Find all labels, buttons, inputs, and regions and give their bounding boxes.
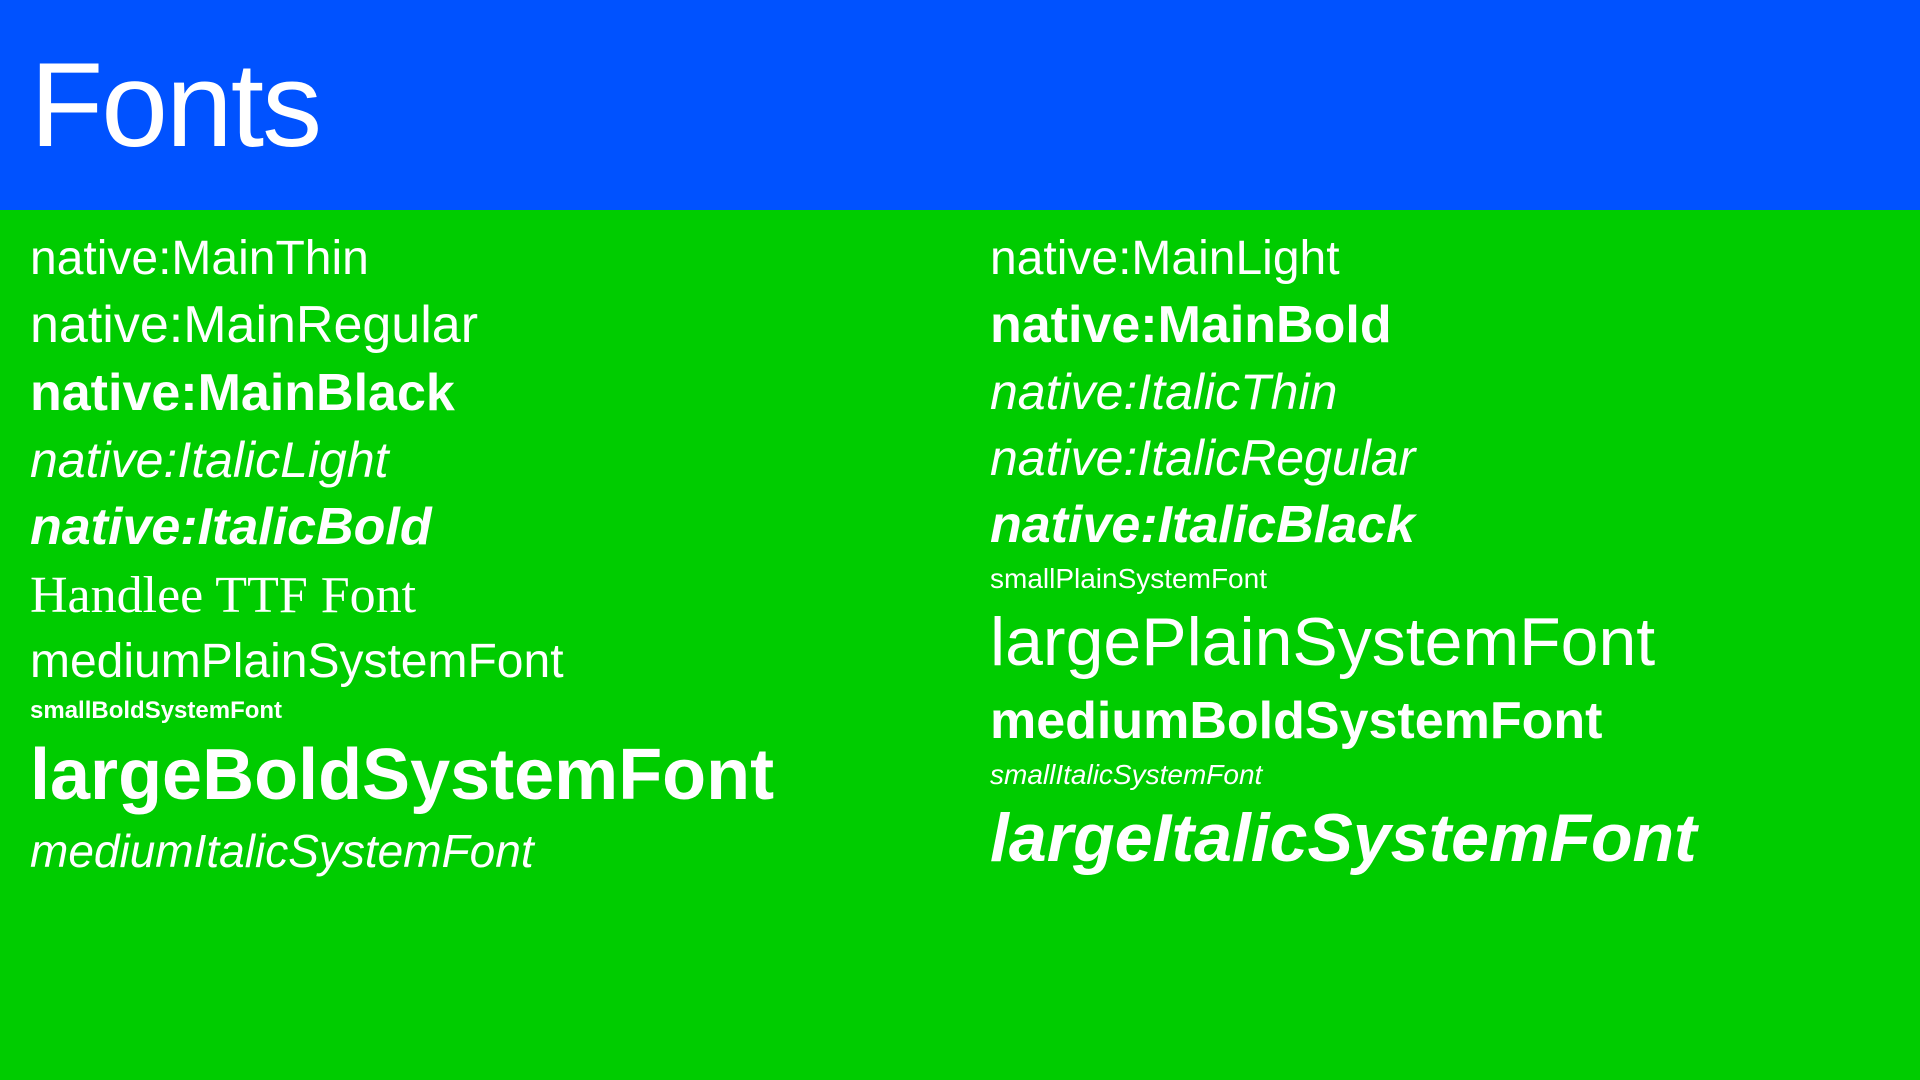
- font-item-left-8: largeBoldSystemFont: [30, 732, 930, 818]
- font-item-right-9: largeItalicSystemFont: [990, 798, 1890, 880]
- font-item-left-4: native:ItalicBold: [30, 496, 930, 558]
- font-item-left-0: native:MainThin: [30, 230, 930, 288]
- font-item-right-7: mediumBoldSystemFont: [990, 690, 1890, 752]
- font-item-left-9: mediumItalicSystemFont: [30, 824, 930, 879]
- font-item-left-7: smallBoldSystemFont: [30, 697, 930, 726]
- font-item-left-2: native:MainBlack: [30, 362, 930, 424]
- content-area: native:MainThinnative:MainRegularnative:…: [0, 210, 1920, 1080]
- font-item-right-3: native:ItalicRegular: [990, 428, 1890, 488]
- font-item-left-5: Handlee TTF Font: [30, 565, 930, 627]
- font-item-right-0: native:MainLight: [990, 230, 1890, 288]
- left-column: native:MainThinnative:MainRegularnative:…: [0, 210, 960, 1080]
- font-item-right-5: smallPlainSystemFont: [990, 562, 1890, 596]
- font-item-right-2: native:ItalicThin: [990, 362, 1890, 422]
- font-item-right-1: native:MainBold: [990, 294, 1890, 356]
- right-column: native:MainLightnative:MainBoldnative:It…: [960, 210, 1920, 1080]
- font-item-left-6: mediumPlainSystemFont: [30, 633, 930, 691]
- font-item-right-8: smallItalicSystemFont: [990, 758, 1890, 792]
- font-item-left-3: native:ItalicLight: [30, 430, 930, 490]
- header: Fonts: [0, 0, 1920, 210]
- font-item-right-4: native:ItalicBlack: [990, 494, 1890, 556]
- font-item-right-6: largePlainSystemFont: [990, 602, 1890, 684]
- font-item-left-1: native:MainRegular: [30, 294, 930, 356]
- page-title: Fonts: [30, 36, 320, 174]
